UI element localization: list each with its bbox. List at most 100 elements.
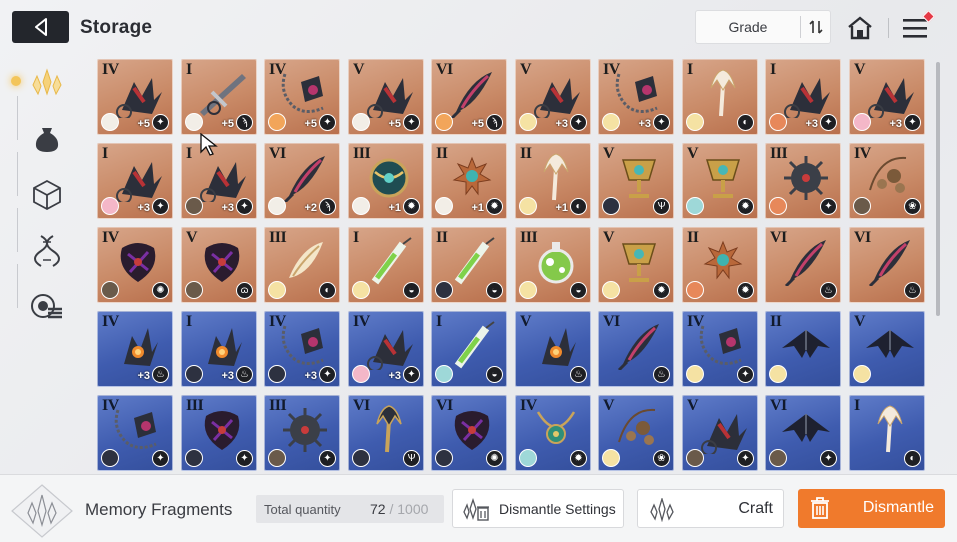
- item-card[interactable]: V: [849, 311, 925, 387]
- item-level: +1: [555, 202, 568, 214]
- item-card[interactable]: I +3 ♨: [181, 311, 257, 387]
- item-card[interactable]: II +1 ◐: [515, 143, 591, 219]
- chalice-icon: [705, 159, 741, 198]
- item-card[interactable]: I +3 ✦: [97, 143, 173, 219]
- element-icon: ◒: [486, 366, 503, 383]
- item-card[interactable]: VѰ: [598, 143, 674, 219]
- item-card[interactable]: VI ♨: [765, 227, 841, 303]
- item-card[interactable]: III ✦: [765, 143, 841, 219]
- item-card[interactable]: I ◐: [682, 59, 758, 135]
- item-card[interactable]: II ✹: [682, 227, 758, 303]
- sidebar-item-genes[interactable]: [26, 230, 68, 272]
- item-card[interactable]: IV ✦: [97, 395, 173, 471]
- item-card[interactable]: V ❀: [598, 395, 674, 471]
- grade-sort-dropdown[interactable]: Grade: [695, 10, 831, 44]
- item-card[interactable]: V +3 ✦: [849, 59, 925, 135]
- element-icon: ϡ: [486, 114, 503, 131]
- item-card[interactable]: V +3 ✦: [515, 59, 591, 135]
- item-rank: V: [520, 61, 532, 78]
- equipped-avatar: [519, 449, 537, 467]
- equipped-avatar: [185, 197, 203, 215]
- item-card[interactable]: I ◐: [849, 395, 925, 471]
- item-card[interactable]: I ◒: [348, 227, 424, 303]
- claw-icon: [868, 78, 914, 118]
- item-card[interactable]: III ✦: [181, 395, 257, 471]
- item-card[interactable]: IV ✺: [97, 227, 173, 303]
- item-rank: II: [520, 145, 532, 162]
- item-card[interactable]: V ✹: [598, 227, 674, 303]
- item-card[interactable]: II: [765, 311, 841, 387]
- sort-label: Grade: [728, 19, 768, 35]
- item-card[interactable]: III ✦: [264, 395, 340, 471]
- item-card[interactable]: VI ✺: [431, 395, 507, 471]
- mouse-cursor-icon: [200, 133, 218, 156]
- item-card[interactable]: IV ❀: [849, 143, 925, 219]
- element-icon: ◐: [570, 198, 587, 215]
- item-card[interactable]: I +3 ✦: [765, 59, 841, 135]
- item-rank: IV: [520, 397, 537, 414]
- item-card[interactable]: IV +3 ✦: [598, 59, 674, 135]
- item-card[interactable]: V ✦: [682, 395, 758, 471]
- claw-icon: [701, 414, 747, 454]
- item-rank: V: [854, 61, 866, 78]
- sidebar-item-memory-fragments[interactable]: [26, 62, 68, 104]
- item-card[interactable]: IV ✦: [682, 311, 758, 387]
- sidebar-item-items[interactable]: [26, 174, 68, 216]
- back-button[interactable]: [12, 11, 69, 43]
- element-icon: ◐: [737, 114, 754, 131]
- element-icon: Ѱ: [653, 198, 670, 215]
- item-rank: II: [436, 145, 448, 162]
- item-rank: VI: [770, 229, 787, 246]
- item-card[interactable]: I +5 ϡ: [181, 59, 257, 135]
- quantity-max: / 1000: [389, 501, 429, 517]
- element-icon: ✦: [236, 450, 253, 467]
- item-card[interactable]: IV +3 ♨: [97, 311, 173, 387]
- element-icon: ✦: [653, 114, 670, 131]
- item-card[interactable]: VI ♨: [598, 311, 674, 387]
- item-rank: V: [854, 313, 866, 330]
- item-card[interactable]: VI ♨: [849, 227, 925, 303]
- grid-scrollbar[interactable]: [936, 62, 940, 316]
- item-card[interactable]: III ◒: [515, 227, 591, 303]
- item-card[interactable]: II ◒: [431, 227, 507, 303]
- item-card[interactable]: V ♨: [515, 311, 591, 387]
- dismantle-settings-button[interactable]: Dismantle Settings: [452, 489, 624, 528]
- sidebar-item-materials[interactable]: [26, 118, 68, 160]
- item-level: +3: [805, 118, 818, 130]
- item-rank: V: [687, 145, 699, 162]
- blade-icon: [200, 74, 246, 116]
- item-card[interactable]: IV +3 ✦: [264, 311, 340, 387]
- item-card[interactable]: IV +5 ✦: [97, 59, 173, 135]
- element-icon: ◐: [904, 450, 921, 467]
- equipped-avatar: [268, 449, 286, 467]
- menu-button[interactable]: [901, 10, 935, 42]
- item-card[interactable]: IV +3 ✦: [348, 311, 424, 387]
- equipped-avatar: [686, 113, 704, 131]
- item-card[interactable]: VI +2 ϡ: [264, 143, 340, 219]
- item-card[interactable]: IV +5 ✦: [264, 59, 340, 135]
- item-card[interactable]: V +5 ✦: [348, 59, 424, 135]
- home-button[interactable]: [845, 14, 875, 42]
- item-card[interactable]: VI ✦: [765, 395, 841, 471]
- element-icon: ♨: [904, 282, 921, 299]
- claw-icon: [534, 78, 580, 118]
- item-card[interactable]: IV ✹: [515, 395, 591, 471]
- sort-order-icon[interactable]: [800, 16, 830, 38]
- item-level: +5: [388, 118, 401, 130]
- item-card[interactable]: III ◐: [264, 227, 340, 303]
- item-card[interactable]: Vɷ: [181, 227, 257, 303]
- item-card[interactable]: I ◒: [431, 311, 507, 387]
- craft-button[interactable]: Craft: [637, 489, 784, 528]
- item-rank: IV: [102, 229, 119, 246]
- sidebar-item-records[interactable]: [26, 286, 68, 328]
- item-rank: IV: [102, 397, 119, 414]
- item-card[interactable]: V ✹: [682, 143, 758, 219]
- item-level: +3: [388, 370, 401, 382]
- item-card[interactable]: VI +5 ϡ: [431, 59, 507, 135]
- item-card[interactable]: II +1 ✹: [431, 143, 507, 219]
- item-card[interactable]: III +1 ✹: [348, 143, 424, 219]
- item-card[interactable]: VI Ѱ: [348, 395, 424, 471]
- equipped-avatar: [185, 281, 203, 299]
- item-card[interactable]: I +3 ✦: [181, 143, 257, 219]
- dismantle-button[interactable]: Dismantle: [798, 489, 945, 528]
